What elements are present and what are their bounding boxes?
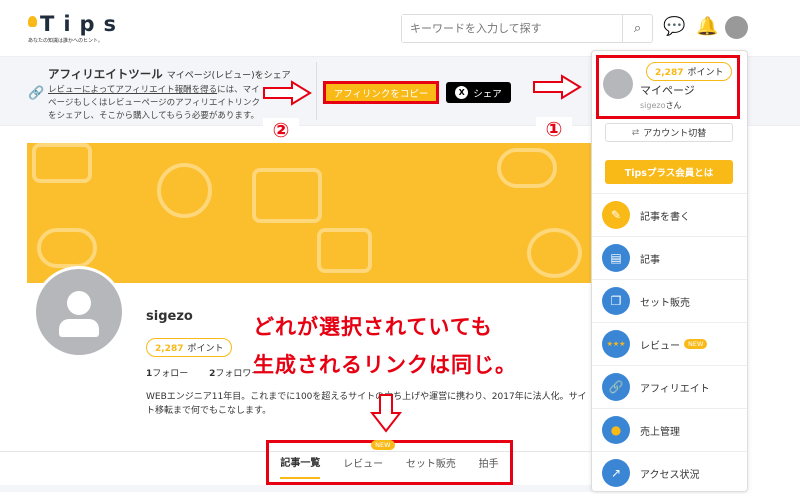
- new-badge: NEW: [684, 339, 708, 349]
- search-icon[interactable]: ⌕: [622, 15, 652, 42]
- following-link[interactable]: 1フォロー: [146, 369, 188, 379]
- profile-banner: [27, 143, 591, 283]
- profile-bio: WEBエンジニア11年目。これまでに100を超えるサイトの立ち上げや運営に携わり…: [146, 392, 587, 416]
- documents-icon: ❐: [602, 287, 630, 315]
- share-x-button[interactable]: X シェア: [446, 82, 511, 103]
- annotation-number-1: ①: [536, 117, 572, 145]
- profile-tabs: 記事一覧 レビュー NEW セット販売 拍手: [266, 440, 513, 485]
- menu-item-affiliate[interactable]: 🔗 アフィリエイト: [592, 365, 747, 408]
- menu-item-set-sales[interactable]: ❐ セット販売: [592, 279, 747, 322]
- tab-set-sales[interactable]: セット販売: [406, 447, 456, 478]
- document-icon: ▤: [602, 244, 630, 272]
- link-icon: 🔗: [28, 86, 45, 101]
- search-input[interactable]: [402, 15, 622, 42]
- pencil-icon: ✎: [602, 201, 630, 229]
- switch-account-button[interactable]: ⇄ アカウント切替: [605, 123, 733, 142]
- menu-item-sales[interactable]: ● 売上管理: [592, 408, 747, 451]
- points-badge: 2,287 ポイント: [146, 338, 233, 357]
- x-icon: X: [455, 86, 469, 99]
- follow-counts: 1フォロー 2フォロワー: [146, 366, 260, 379]
- annotation-text: 生成されるリンクは同じ。: [253, 353, 517, 377]
- menu-username: sigezoさん: [640, 101, 682, 110]
- menu-item-write[interactable]: ✎ 記事を書く: [592, 193, 747, 236]
- affiliate-description: レビューによってアフィリエイト報酬を得るには、マイページもしくはレビューページの…: [48, 85, 260, 121]
- annotation-text: どれが選択されていても: [253, 315, 493, 339]
- arrow-right-icon: [533, 74, 582, 100]
- new-badge: NEW: [371, 440, 395, 450]
- affiliate-link[interactable]: レビューによってアフィリエイト報酬を得る: [48, 85, 217, 95]
- content-background: [0, 485, 592, 492]
- affiliate-title: アフィリエイトツール マイページ(レビュー)をシェア: [48, 67, 291, 81]
- tips-plus-button[interactable]: Tipsプラス会員とは: [605, 160, 733, 184]
- divider: [316, 62, 317, 120]
- tab-applause[interactable]: 拍手: [479, 447, 499, 478]
- logo[interactable]: Tips あなたの知識は誰かへのヒント。: [28, 12, 125, 44]
- search-box: ⌕: [401, 14, 653, 43]
- mypage-label: マイページ: [640, 84, 695, 97]
- copy-affiliate-link-button[interactable]: アフィリンクをコピー: [323, 81, 439, 104]
- tab-articles[interactable]: 記事一覧: [280, 446, 321, 479]
- menu-item-reviews[interactable]: ★★★ レビュー NEW: [592, 322, 747, 365]
- user-avatar: [603, 69, 633, 99]
- chat-icon[interactable]: 💬: [663, 16, 685, 37]
- avatar-menu-button[interactable]: [725, 16, 748, 39]
- profile-avatar: [33, 266, 125, 358]
- tab-reviews[interactable]: レビュー NEW: [343, 440, 395, 478]
- stars-icon: ★★★: [602, 330, 630, 358]
- bell-icon[interactable]: 🔔: [696, 16, 718, 37]
- link-icon: 🔗: [602, 373, 630, 401]
- chart-icon: ↗: [602, 459, 630, 487]
- coins-icon: ●: [602, 416, 630, 444]
- arrow-down-icon: [370, 394, 402, 433]
- menu-points-badge: 2,287 ポイント: [646, 62, 733, 81]
- lightbulb-icon: [28, 16, 37, 27]
- swap-icon: ⇄: [631, 127, 640, 138]
- arrow-right-icon: [263, 80, 312, 106]
- annotation-number-2: ②: [263, 118, 299, 146]
- menu-item-access[interactable]: ↗ アクセス状況: [592, 451, 747, 494]
- profile-name: sigezo: [146, 309, 193, 324]
- menu-item-articles[interactable]: ▤ 記事: [592, 236, 747, 279]
